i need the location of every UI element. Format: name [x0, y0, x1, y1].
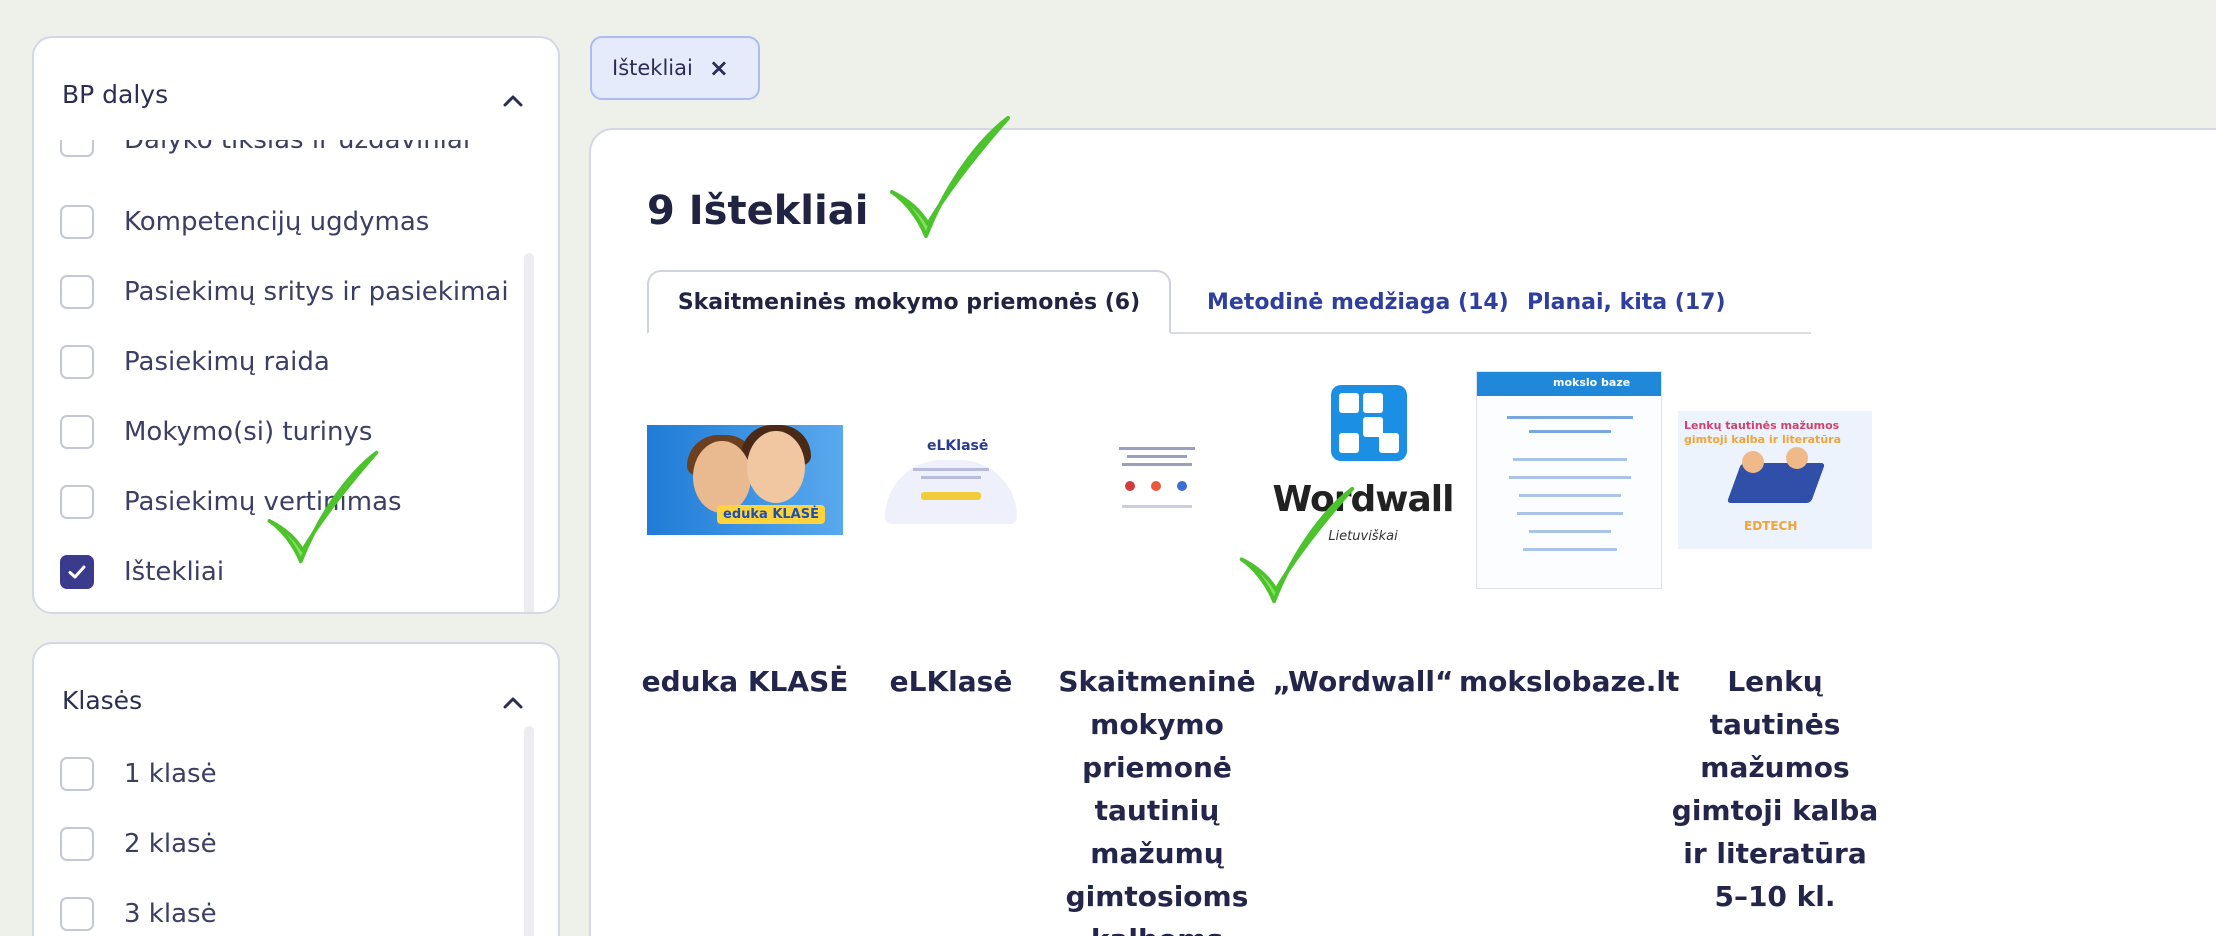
- checkbox[interactable]: [60, 205, 94, 239]
- clipped-option: Dalyko tikslas ir uždaviniai: [34, 140, 558, 166]
- close-icon[interactable]: ×: [709, 54, 729, 82]
- checkbox-option-kompetenciju-ugdymas[interactable]: Kompetencijų ugdymas: [60, 204, 429, 240]
- checkbox-label: Kompetencijų ugdymas: [124, 207, 430, 237]
- lenku-thumbnail-image: Lenkų tautinės mažumos gimtoji kalba ir …: [1678, 411, 1872, 549]
- checkbox-option-dalyko-tikslas[interactable]: Dalyko tikslas ir uždaviniai: [60, 140, 470, 158]
- resource-thumbnail[interactable]: [1047, 370, 1267, 590]
- resource-title[interactable]: eLKlasė: [841, 660, 1061, 703]
- resource-title[interactable]: eduka KLASĖ: [635, 660, 855, 703]
- checkbox-option-istekliai[interactable]: Ištekliai: [60, 554, 224, 590]
- resource-title[interactable]: Skaitmeninė mokymo priemonė tautinių maž…: [1047, 660, 1267, 936]
- active-filter-tag: Ištekliai ×: [590, 36, 760, 100]
- tab-planai-kita[interactable]: Planai, kita (17): [1527, 270, 1726, 334]
- checkbox-option-mokymosi-turinys[interactable]: Mokymo(si) turinys: [60, 414, 372, 450]
- filter-tag-label: Ištekliai: [612, 56, 693, 80]
- page-title: 9 Ištekliai: [647, 188, 869, 234]
- checkmark-icon: [68, 565, 86, 579]
- panel-title-bp-dalys: BP dalys: [62, 80, 169, 109]
- panel-title-klases: Klasės: [62, 686, 143, 715]
- scrollbar[interactable]: [524, 253, 534, 612]
- resource-thumbnail[interactable]: Wordwall Lietuviškai: [1253, 370, 1473, 590]
- checkbox-option-pasiekimu-sritys[interactable]: Pasiekimų sritys ir pasiekimai: [60, 274, 509, 310]
- resource-thumbnail[interactable]: eduka KLASĖ: [635, 370, 855, 590]
- resource-title[interactable]: Lenkų tautinės mažumos gimtoji kalba ir …: [1665, 660, 1885, 918]
- eduka-thumbnail-image: eduka KLASĖ: [647, 425, 843, 535]
- checkbox-option-pasiekimu-vertinimas[interactable]: Pasiekimų vertinimas: [60, 484, 402, 520]
- checkbox[interactable]: [60, 345, 94, 379]
- checkbox-label: 2 klasė: [124, 829, 217, 859]
- checkbox-label: 3 klasė: [124, 899, 217, 929]
- checkbox-label: Ištekliai: [124, 557, 225, 587]
- tab-metodine-medziaga[interactable]: Metodinė medžiaga (14): [1207, 270, 1509, 334]
- checkbox-label: Pasiekimų raida: [124, 347, 330, 377]
- wordwall-thumbnail-image: Wordwall Lietuviškai: [1267, 375, 1459, 585]
- elklase-thumbnail-image: eLKlasė: [883, 434, 1019, 526]
- thumbnail-logo-text: eLKlasė: [927, 438, 989, 454]
- chevron-up-icon[interactable]: [498, 688, 528, 718]
- thumbnail-caption-line-2: gimtoji kalba ir literatūra: [1684, 433, 1841, 446]
- results-panel: 9 Ištekliai Skaitmeninės mokymo priemonė…: [589, 128, 2216, 936]
- checkbox-option-3-klase[interactable]: 3 klasė: [60, 896, 217, 932]
- resource-thumbnail[interactable]: Lenkų tautinės mažumos gimtoji kalba ir …: [1665, 370, 1885, 590]
- thumbnail-caption-line-1: Lenkų tautinės mažumos: [1684, 419, 1840, 432]
- tab-skaitmenines-mokymo-priemones[interactable]: Skaitmeninės mokymo priemonės (6): [647, 270, 1171, 334]
- resource-thumbnail[interactable]: mokslo baze: [1459, 370, 1679, 590]
- checkbox-label: Dalyko tikslas ir uždaviniai: [124, 140, 471, 155]
- checkbox-label: 1 klasė: [124, 759, 217, 789]
- filter-panel-klases: Klasės 1 klasė 2 klasė 3 klasė: [32, 642, 560, 936]
- checkbox-checked[interactable]: [60, 555, 94, 589]
- checkbox-label: Pasiekimų sritys ir pasiekimai: [124, 277, 509, 307]
- checkbox[interactable]: [60, 415, 94, 449]
- resource-thumbnail[interactable]: eLKlasė: [841, 370, 1061, 590]
- thumbnail-logo-text: eduka KLASĖ: [717, 505, 825, 524]
- thumbnail-logo-text: EDTECH: [1744, 519, 1798, 533]
- checkbox[interactable]: [60, 827, 94, 861]
- chevron-up-icon[interactable]: [498, 86, 528, 116]
- scrollbar[interactable]: [524, 726, 534, 936]
- mokslobaze-thumbnail-image: mokslo baze: [1476, 371, 1662, 589]
- checkbox-option-pasiekimu-raida[interactable]: Pasiekimų raida: [60, 344, 330, 380]
- checkbox[interactable]: [60, 140, 94, 157]
- thumbnail-logo-text: mokslo baze: [1553, 376, 1631, 389]
- thumbnail-logo-text: Wordwall: [1272, 479, 1455, 520]
- checkbox-option-2-klase[interactable]: 2 klasė: [60, 826, 217, 862]
- checkbox[interactable]: [60, 757, 94, 791]
- thumbnail-subtitle: Lietuviškai: [1328, 529, 1398, 544]
- filter-panel-bp-dalys: BP dalys Dalyko tikslas ir uždaviniai Ko…: [32, 36, 560, 614]
- checkbox-option-1-klase[interactable]: 1 klasė: [60, 756, 217, 792]
- checkbox[interactable]: [60, 897, 94, 931]
- checkbox-label: Pasiekimų vertinimas: [124, 487, 402, 517]
- checkbox-label: Mokymo(si) turinys: [124, 417, 373, 447]
- checkbox[interactable]: [60, 485, 94, 519]
- resource-tabs: Skaitmeninės mokymo priemonės (6) Metodi…: [647, 270, 1811, 334]
- resource-title[interactable]: mokslobaze.lt: [1459, 660, 1679, 703]
- checkbox[interactable]: [60, 275, 94, 309]
- resource-title[interactable]: „Wordwall“: [1253, 660, 1473, 703]
- skaitmenine-thumbnail-image: [1107, 435, 1207, 525]
